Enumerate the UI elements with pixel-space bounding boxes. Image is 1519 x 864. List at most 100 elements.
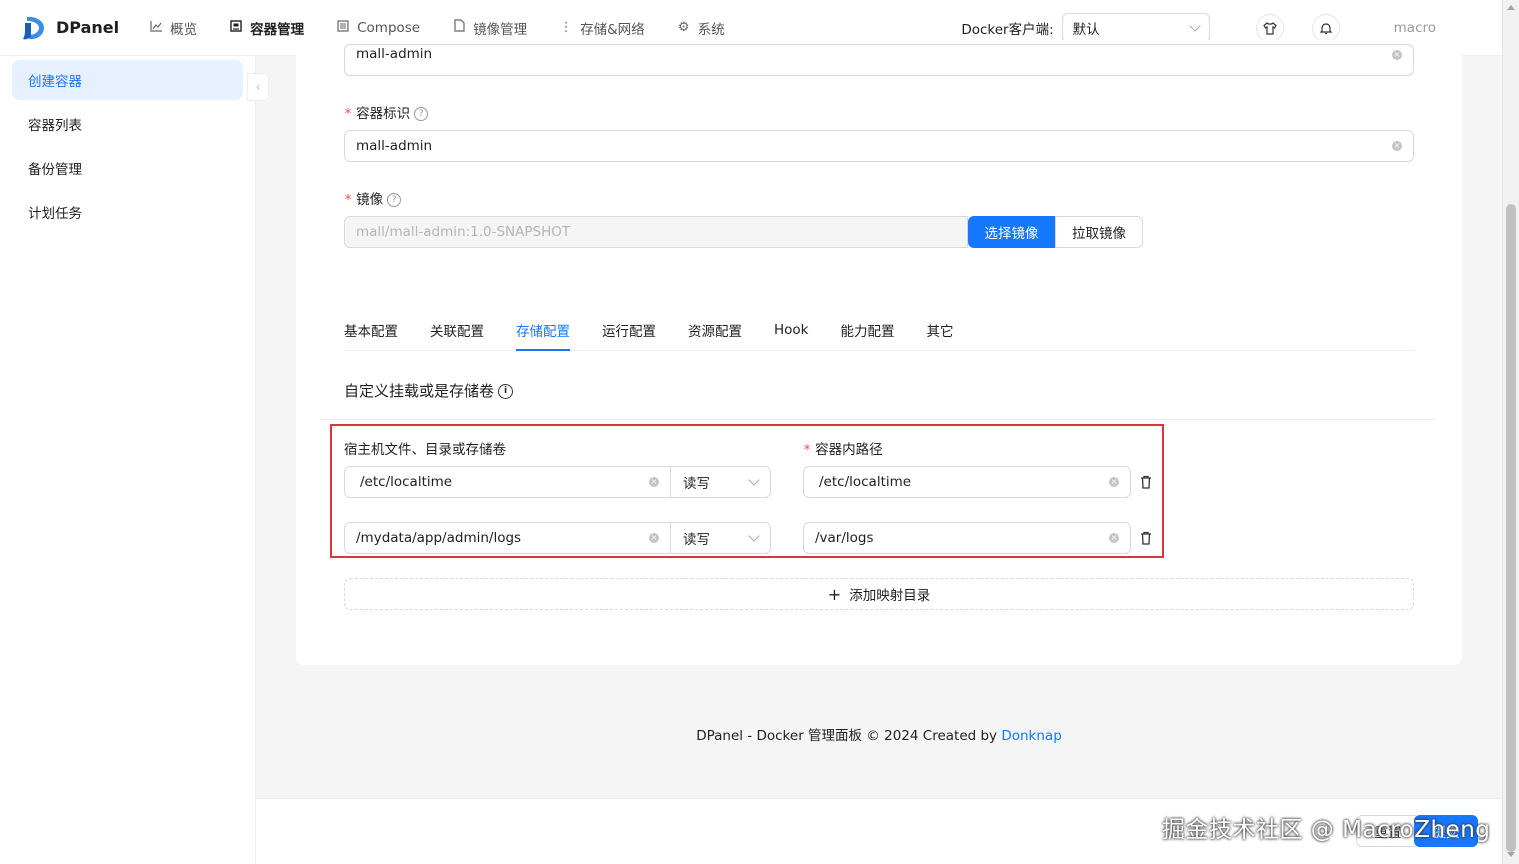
- file-icon: [452, 19, 466, 36]
- chevron-down-icon: [1188, 20, 1201, 32]
- scrollbar-thumb[interactable]: [1506, 204, 1516, 852]
- required-mark: *: [344, 106, 353, 122]
- tab-other[interactable]: 其它: [927, 310, 954, 350]
- tab-storage[interactable]: 存储配置: [516, 310, 570, 351]
- image-label: * 镜像?: [344, 188, 402, 208]
- gear-icon: ⚙: [677, 20, 690, 35]
- nav-label: 系统: [697, 21, 725, 38]
- clear-icon[interactable]: ×: [1392, 141, 1402, 151]
- container-path-label-text: 容器内路径: [815, 442, 883, 458]
- identifier-label-text: 容器标识: [356, 106, 411, 122]
- host-path-input[interactable]: /mydata/app/admin/logs ×: [344, 522, 671, 554]
- app-logo[interactable]: DPanel: [22, 15, 119, 41]
- input-value: /mydata/app/admin/logs: [356, 530, 522, 546]
- tab-capability[interactable]: 能力配置: [841, 310, 895, 350]
- input-value: mall/mall-admin:1.0-SNAPSHOT: [356, 224, 571, 240]
- top-name-input[interactable]: mall-admin ×: [344, 44, 1414, 76]
- sidebar-item-container-list[interactable]: 容器列表: [12, 104, 243, 144]
- sidebar: 创建容器 容器列表 备份管理 计划任务: [0, 56, 256, 864]
- chart-icon: [149, 20, 163, 36]
- clear-icon[interactable]: ×: [1109, 477, 1119, 487]
- help-icon[interactable]: ?: [414, 107, 429, 121]
- input-value: mall-admin: [356, 138, 433, 154]
- input-value: mall-admin: [356, 46, 433, 62]
- tab-hook[interactable]: Hook: [774, 310, 809, 350]
- host-path-input[interactable]: /etc/localtime ×: [344, 466, 671, 498]
- clear-icon[interactable]: ×: [649, 477, 659, 487]
- create-container-form: mall-admin × * 容器标识? mall-admin × * 镜像? ma…: [296, 40, 1462, 665]
- bell-icon: [1319, 22, 1332, 34]
- page-scrollbar[interactable]: [1502, 0, 1519, 864]
- mount-mode-value: 读写: [683, 532, 710, 548]
- nav-label: Compose: [357, 19, 421, 36]
- add-mapping-label: 添加映射目录: [849, 588, 931, 604]
- notification-button[interactable]: [1311, 14, 1340, 42]
- image-label-text: 镜像: [356, 192, 384, 208]
- input-value: /var/logs: [815, 530, 874, 546]
- chevron-down-icon: [748, 530, 760, 542]
- section-divider: [320, 419, 1436, 420]
- page-footer: DPanel - Docker 管理面板 © 2024 Created by D…: [256, 724, 1502, 744]
- dpanel-logo-icon: [23, 16, 44, 39]
- chevron-left-icon: ‹: [255, 80, 261, 94]
- scroll-down-arrow[interactable]: [1507, 852, 1515, 857]
- tab-link[interactable]: 关联配置: [430, 310, 484, 350]
- container-path-label: * 容器内路径: [803, 438, 883, 458]
- clear-icon[interactable]: ×: [1109, 533, 1119, 543]
- scroll-up-arrow[interactable]: [1507, 5, 1515, 10]
- docker-client-value: 默认: [1072, 22, 1100, 38]
- watermark: 掘金技术社区 @ MacroZheng: [1162, 817, 1491, 843]
- delete-row-button[interactable]: [1139, 474, 1153, 490]
- clear-icon[interactable]: ×: [1392, 50, 1402, 60]
- container-path-input[interactable]: /var/logs ×: [803, 522, 1131, 554]
- nav-label: 存储&网络: [580, 21, 645, 38]
- image-input: mall/mall-admin:1.0-SNAPSHOT: [344, 216, 968, 248]
- app-name: DPanel: [56, 18, 120, 37]
- config-tabs: 基本配置 关联配置 存储配置 运行配置 资源配置 Hook 能力配置 其它: [344, 310, 1414, 351]
- docker-client-select[interactable]: 默认: [1061, 13, 1210, 43]
- sidebar-item-scheduled-tasks[interactable]: 计划任务: [12, 192, 243, 232]
- delete-row-button[interactable]: [1139, 530, 1153, 546]
- identifier-label: * 容器标识?: [344, 102, 429, 122]
- identifier-input[interactable]: mall-admin ×: [344, 130, 1414, 162]
- sidebar-item-label: 创建容器: [28, 74, 82, 90]
- mount-mode-select[interactable]: 读写: [670, 466, 771, 498]
- trash-icon: [1141, 475, 1151, 489]
- required-mark: *: [344, 192, 353, 208]
- container-icon: [229, 19, 243, 36]
- nav-label: 容器管理: [250, 21, 305, 38]
- footer-author-link[interactable]: Donknap: [1001, 728, 1061, 744]
- clear-icon[interactable]: ×: [649, 533, 659, 543]
- select-image-button[interactable]: 选择镜像: [968, 216, 1055, 248]
- input-value: /etc/localtime: [360, 474, 453, 490]
- mount-mode-value: 读写: [683, 476, 710, 492]
- plus-icon: +: [827, 584, 842, 604]
- nav-overview[interactable]: 概览: [133, 0, 213, 56]
- sidebar-collapse-button[interactable]: ‹: [247, 73, 269, 101]
- input-value: /etc/localtime: [819, 474, 912, 490]
- info-icon[interactable]: i: [498, 384, 514, 399]
- compose-icon: [336, 19, 350, 36]
- sidebar-item-label: 计划任务: [28, 206, 82, 222]
- theme-button[interactable]: [1255, 14, 1284, 42]
- mount-mode-select[interactable]: 读写: [670, 522, 771, 554]
- tab-runtime[interactable]: 运行配置: [602, 310, 656, 350]
- nav-label: 镜像管理: [473, 21, 528, 38]
- shirt-icon: [1262, 21, 1277, 35]
- sidebar-item-label: 容器列表: [28, 118, 82, 134]
- sidebar-item-label: 备份管理: [28, 162, 82, 178]
- container-path-input[interactable]: /etc/localtime ×: [803, 466, 1131, 498]
- tab-resource[interactable]: 资源配置: [688, 310, 742, 350]
- help-icon[interactable]: ?: [387, 193, 402, 207]
- add-mapping-button[interactable]: + 添加映射目录: [344, 578, 1414, 610]
- required-mark: *: [803, 442, 812, 458]
- pull-image-button[interactable]: 拉取镜像: [1055, 216, 1143, 248]
- tab-basic[interactable]: 基本配置: [344, 310, 398, 350]
- sidebar-item-create-container[interactable]: 创建容器: [12, 60, 243, 100]
- storage-section-title: 自定义挂载或是存储卷 i: [344, 380, 514, 401]
- user-name[interactable]: macro: [1394, 20, 1436, 36]
- sidebar-item-backup-management[interactable]: 备份管理: [12, 148, 243, 188]
- docker-client-label: Docker客户端:: [961, 22, 1054, 38]
- section-title-text: 自定义挂载或是存储卷: [344, 382, 495, 400]
- footer-text: DPanel - Docker 管理面板 © 2024 Created by: [696, 728, 1002, 744]
